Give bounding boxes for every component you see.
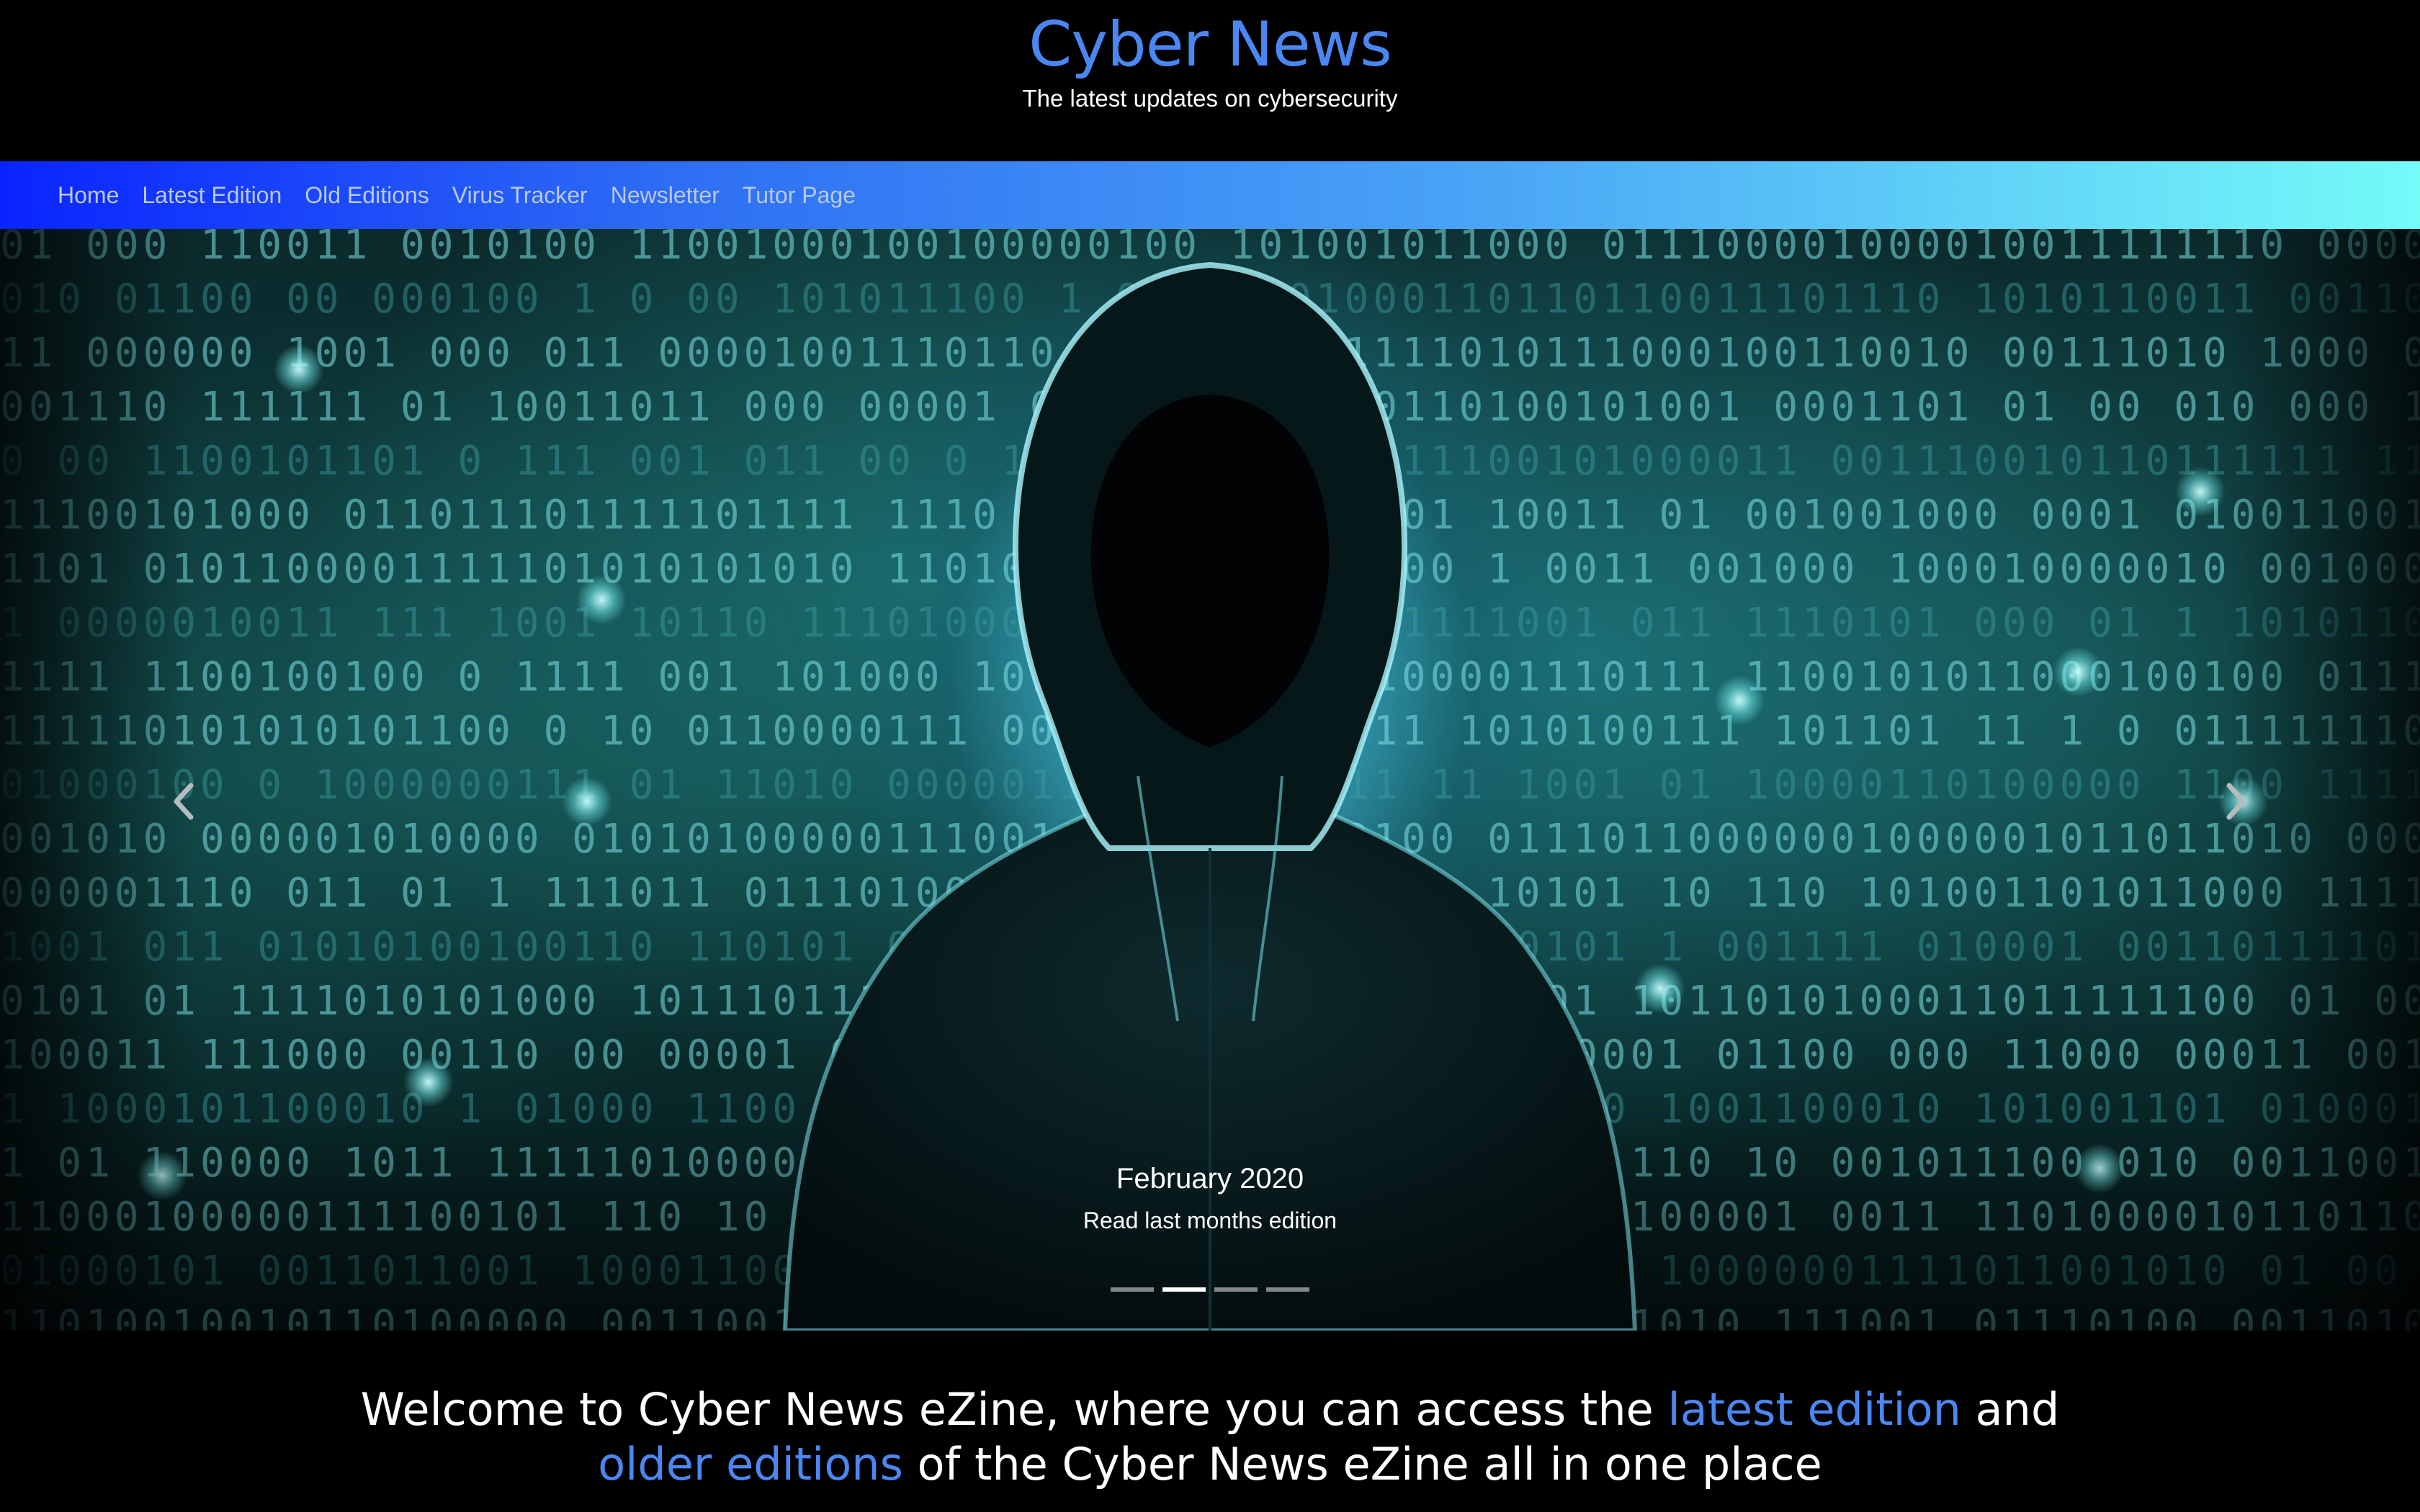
carousel-indicator-4[interactable]	[1266, 1287, 1309, 1292]
caption-text[interactable]: Read last months edition	[0, 1202, 2420, 1238]
carousel-indicator-1[interactable]	[1111, 1287, 1154, 1292]
light-glow	[274, 344, 324, 395]
welcome-message: Welcome to Cyber News eZine, where you c…	[0, 1382, 2420, 1492]
light-glow	[2053, 647, 2103, 697]
light-glow	[562, 776, 612, 827]
nav-link-home[interactable]: Home	[58, 182, 119, 209]
main-navbar: Home Latest Edition Old Editions Virus T…	[0, 161, 2420, 229]
light-glow	[576, 575, 627, 625]
welcome-text-3: of the Cyber News eZine all in one place	[902, 1438, 1822, 1490]
chevron-right-icon	[2226, 783, 2246, 820]
welcome-text-1: Welcome to Cyber News eZine, where you c…	[360, 1383, 1668, 1436]
nav-link-tutor-page[interactable]: Tutor Page	[743, 182, 856, 209]
light-glow	[403, 1057, 454, 1107]
nav-link-newsletter[interactable]: Newsletter	[611, 182, 720, 209]
welcome-text-2: and	[1960, 1383, 2060, 1436]
older-editions-link[interactable]: older editions	[598, 1438, 903, 1490]
chevron-left-icon	[174, 783, 194, 820]
light-glow	[2175, 467, 2226, 517]
latest-edition-link[interactable]: latest edition	[1667, 1383, 1960, 1436]
carousel-prev-button[interactable]	[151, 762, 216, 841]
carousel-indicators	[0, 1287, 2420, 1292]
carousel-indicator-2[interactable]	[1162, 1287, 1206, 1292]
nav-link-virus-tracker[interactable]: Virus Tracker	[452, 182, 588, 209]
carousel-indicator-3[interactable]	[1214, 1287, 1258, 1292]
site-title: Cyber News	[1028, 9, 1392, 81]
carousel-caption: February 2020 Read last months edition	[0, 1158, 2420, 1238]
caption-title: February 2020	[1116, 1163, 1304, 1194]
hero-carousel: 01 000 110011 0010100 110010001001000001…	[0, 229, 2420, 1331]
nav-link-latest-edition[interactable]: Latest Edition	[142, 182, 282, 209]
light-glow	[1714, 675, 1765, 726]
carousel-next-button[interactable]	[2204, 762, 2269, 841]
site-tagline: The latest updates on cybersecurity	[1022, 85, 1398, 112]
site-header: Cyber News The latest updates on cyberse…	[0, 0, 2420, 161]
nav-link-old-editions[interactable]: Old Editions	[305, 182, 429, 209]
